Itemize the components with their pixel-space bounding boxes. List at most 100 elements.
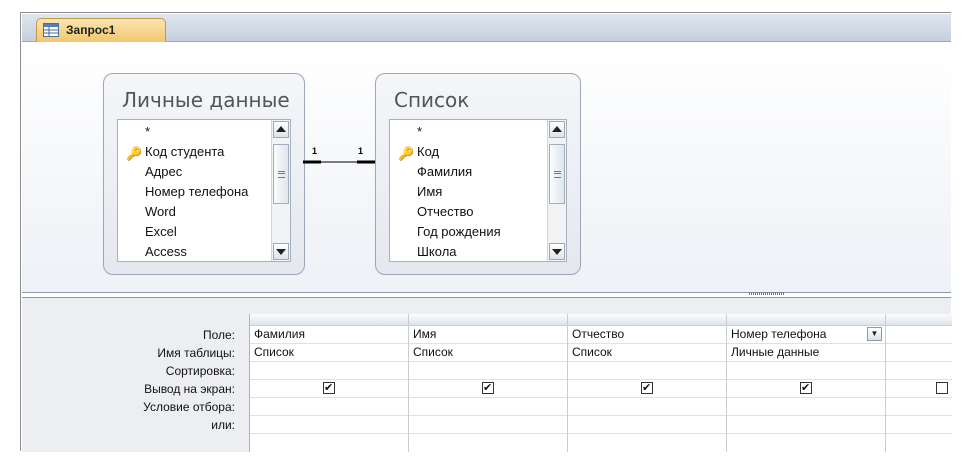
design-grid: Фамилия Список Имя Список Отчество Списо…: [249, 314, 952, 452]
show-checkbox[interactable]: [641, 380, 653, 397]
field-item[interactable]: *: [118, 122, 270, 142]
field-item[interactable]: Имя: [390, 182, 546, 202]
column-selector[interactable]: [886, 314, 952, 326]
criteria-cell[interactable]: [568, 398, 726, 416]
show-checkbox[interactable]: [482, 380, 494, 397]
or-cell[interactable]: [409, 416, 567, 434]
field-item[interactable]: Excel: [118, 222, 270, 242]
relationship-left-cardinality: 1: [312, 146, 318, 156]
field-cell[interactable]: Отчество: [568, 326, 726, 344]
sort-cell[interactable]: [250, 362, 408, 380]
row-labels: Поле: Имя таблицы: Сортировка: Вывод на …: [22, 326, 240, 434]
criteria-cell[interactable]: [250, 398, 408, 416]
field-item[interactable]: Адрес: [118, 162, 270, 182]
arrow-down-icon: [276, 249, 286, 255]
criteria-cell[interactable]: [886, 398, 952, 416]
grid-column[interactable]: Отчество Список: [568, 314, 727, 452]
column-selector[interactable]: [568, 314, 726, 326]
field-item[interactable]: Отчество: [390, 202, 546, 222]
sort-cell[interactable]: [568, 362, 726, 380]
arrow-down-icon: [552, 249, 562, 255]
row-label-table: Имя таблицы:: [157, 346, 235, 360]
relationship-right-cardinality: 1: [358, 146, 364, 156]
grid-column[interactable]: Номер телефона ▼ Личные данные: [727, 314, 886, 452]
criteria-cell[interactable]: [727, 398, 885, 416]
table-cell[interactable]: Список: [409, 344, 567, 362]
scroll-down-button[interactable]: [273, 243, 289, 260]
primary-key-icon: 🔑: [126, 146, 143, 161]
vertical-scrollbar[interactable]: [271, 120, 290, 261]
show-cell: [886, 380, 952, 398]
table-box-personal-data[interactable]: Личные данные * 🔑 Код студента Адрес Номе…: [103, 73, 305, 275]
document-tab-strip: Запрос1: [22, 14, 951, 43]
table-cell[interactable]: Список: [250, 344, 408, 362]
row-label-field: Поле:: [202, 328, 235, 342]
field-item[interactable]: 🔑 Код: [390, 142, 546, 162]
grip-icon: [554, 171, 561, 178]
query-icon: [43, 23, 59, 37]
or-cell[interactable]: [568, 416, 726, 434]
or-cell[interactable]: [886, 416, 952, 434]
field-item[interactable]: Access: [118, 242, 270, 261]
field-cell[interactable]: [886, 326, 952, 344]
scroll-thumb[interactable]: [273, 144, 289, 204]
tab-label: Запрос1: [66, 23, 116, 37]
scroll-up-button[interactable]: [273, 121, 289, 138]
field-list[interactable]: * 🔑 Код Фамилия Имя Отчество Год рождения…: [389, 119, 567, 262]
grip-icon: [278, 171, 285, 178]
row-label-sort: Сортировка:: [165, 364, 235, 378]
field-item[interactable]: Номер телефона: [118, 182, 270, 202]
column-selector[interactable]: [727, 314, 885, 326]
field-item[interactable]: Фамилия: [390, 162, 546, 182]
table-cell[interactable]: [886, 344, 952, 362]
arrow-up-icon: [552, 126, 562, 132]
tab-query1[interactable]: Запрос1: [36, 18, 166, 43]
pane-splitter-grip[interactable]: [749, 292, 785, 295]
table-box-list[interactable]: Список * 🔑 Код Фамилия Имя Отчество Год р…: [375, 73, 581, 275]
grid-column[interactable]: Имя Список: [409, 314, 568, 452]
query-design-pane: Личные данные * 🔑 Код студента Адрес Номе…: [22, 42, 951, 293]
field-item[interactable]: Word: [118, 202, 270, 222]
dropdown-arrow-icon[interactable]: ▼: [867, 327, 882, 341]
show-checkbox[interactable]: [936, 382, 948, 394]
grid-column[interactable]: Фамилия Список: [250, 314, 409, 452]
field-items: * 🔑 Код студента Адрес Номер телефона Wor…: [118, 122, 270, 261]
field-item[interactable]: Школа: [390, 242, 546, 261]
field-list[interactable]: * 🔑 Код студента Адрес Номер телефона Wor…: [117, 119, 291, 262]
column-selector[interactable]: [409, 314, 567, 326]
field-item[interactable]: 🔑 Код студента: [118, 142, 270, 162]
field-cell[interactable]: Фамилия: [250, 326, 408, 344]
field-cell[interactable]: Имя: [409, 326, 567, 344]
row-label-or: или:: [211, 418, 235, 432]
show-cell: [568, 380, 726, 398]
show-checkbox[interactable]: [800, 380, 812, 397]
row-label-criteria: Условие отбора:: [143, 400, 235, 414]
field-cell[interactable]: Номер телефона ▼: [727, 326, 885, 344]
vertical-scrollbar[interactable]: [547, 120, 566, 261]
table-title: Личные данные: [122, 88, 290, 112]
show-cell: [250, 380, 408, 398]
row-label-show: Вывод на экран:: [144, 382, 235, 396]
arrow-up-icon: [276, 126, 286, 132]
or-cell[interactable]: [727, 416, 885, 434]
sort-cell[interactable]: [886, 362, 952, 380]
scroll-thumb[interactable]: [549, 144, 565, 204]
show-cell: [409, 380, 567, 398]
or-cell[interactable]: [250, 416, 408, 434]
show-cell: [727, 380, 885, 398]
sort-cell[interactable]: [409, 362, 567, 380]
scroll-down-button[interactable]: [549, 243, 565, 260]
query-window: Запрос1 Личные данные * 🔑 Код студента Ад…: [20, 12, 952, 452]
field-items: * 🔑 Код Фамилия Имя Отчество Год рождения…: [390, 122, 546, 261]
scroll-up-button[interactable]: [549, 121, 565, 138]
table-cell[interactable]: Список: [568, 344, 726, 362]
field-item[interactable]: Год рождения: [390, 222, 546, 242]
criteria-cell[interactable]: [409, 398, 567, 416]
field-item[interactable]: *: [390, 122, 546, 142]
column-selector[interactable]: [250, 314, 408, 326]
show-checkbox[interactable]: [323, 380, 335, 397]
sort-cell[interactable]: [727, 362, 885, 380]
table-cell[interactable]: Личные данные: [727, 344, 885, 362]
query-grid-pane: Поле: Имя таблицы: Сортировка: Вывод на …: [22, 297, 952, 452]
grid-column[interactable]: [886, 314, 952, 452]
